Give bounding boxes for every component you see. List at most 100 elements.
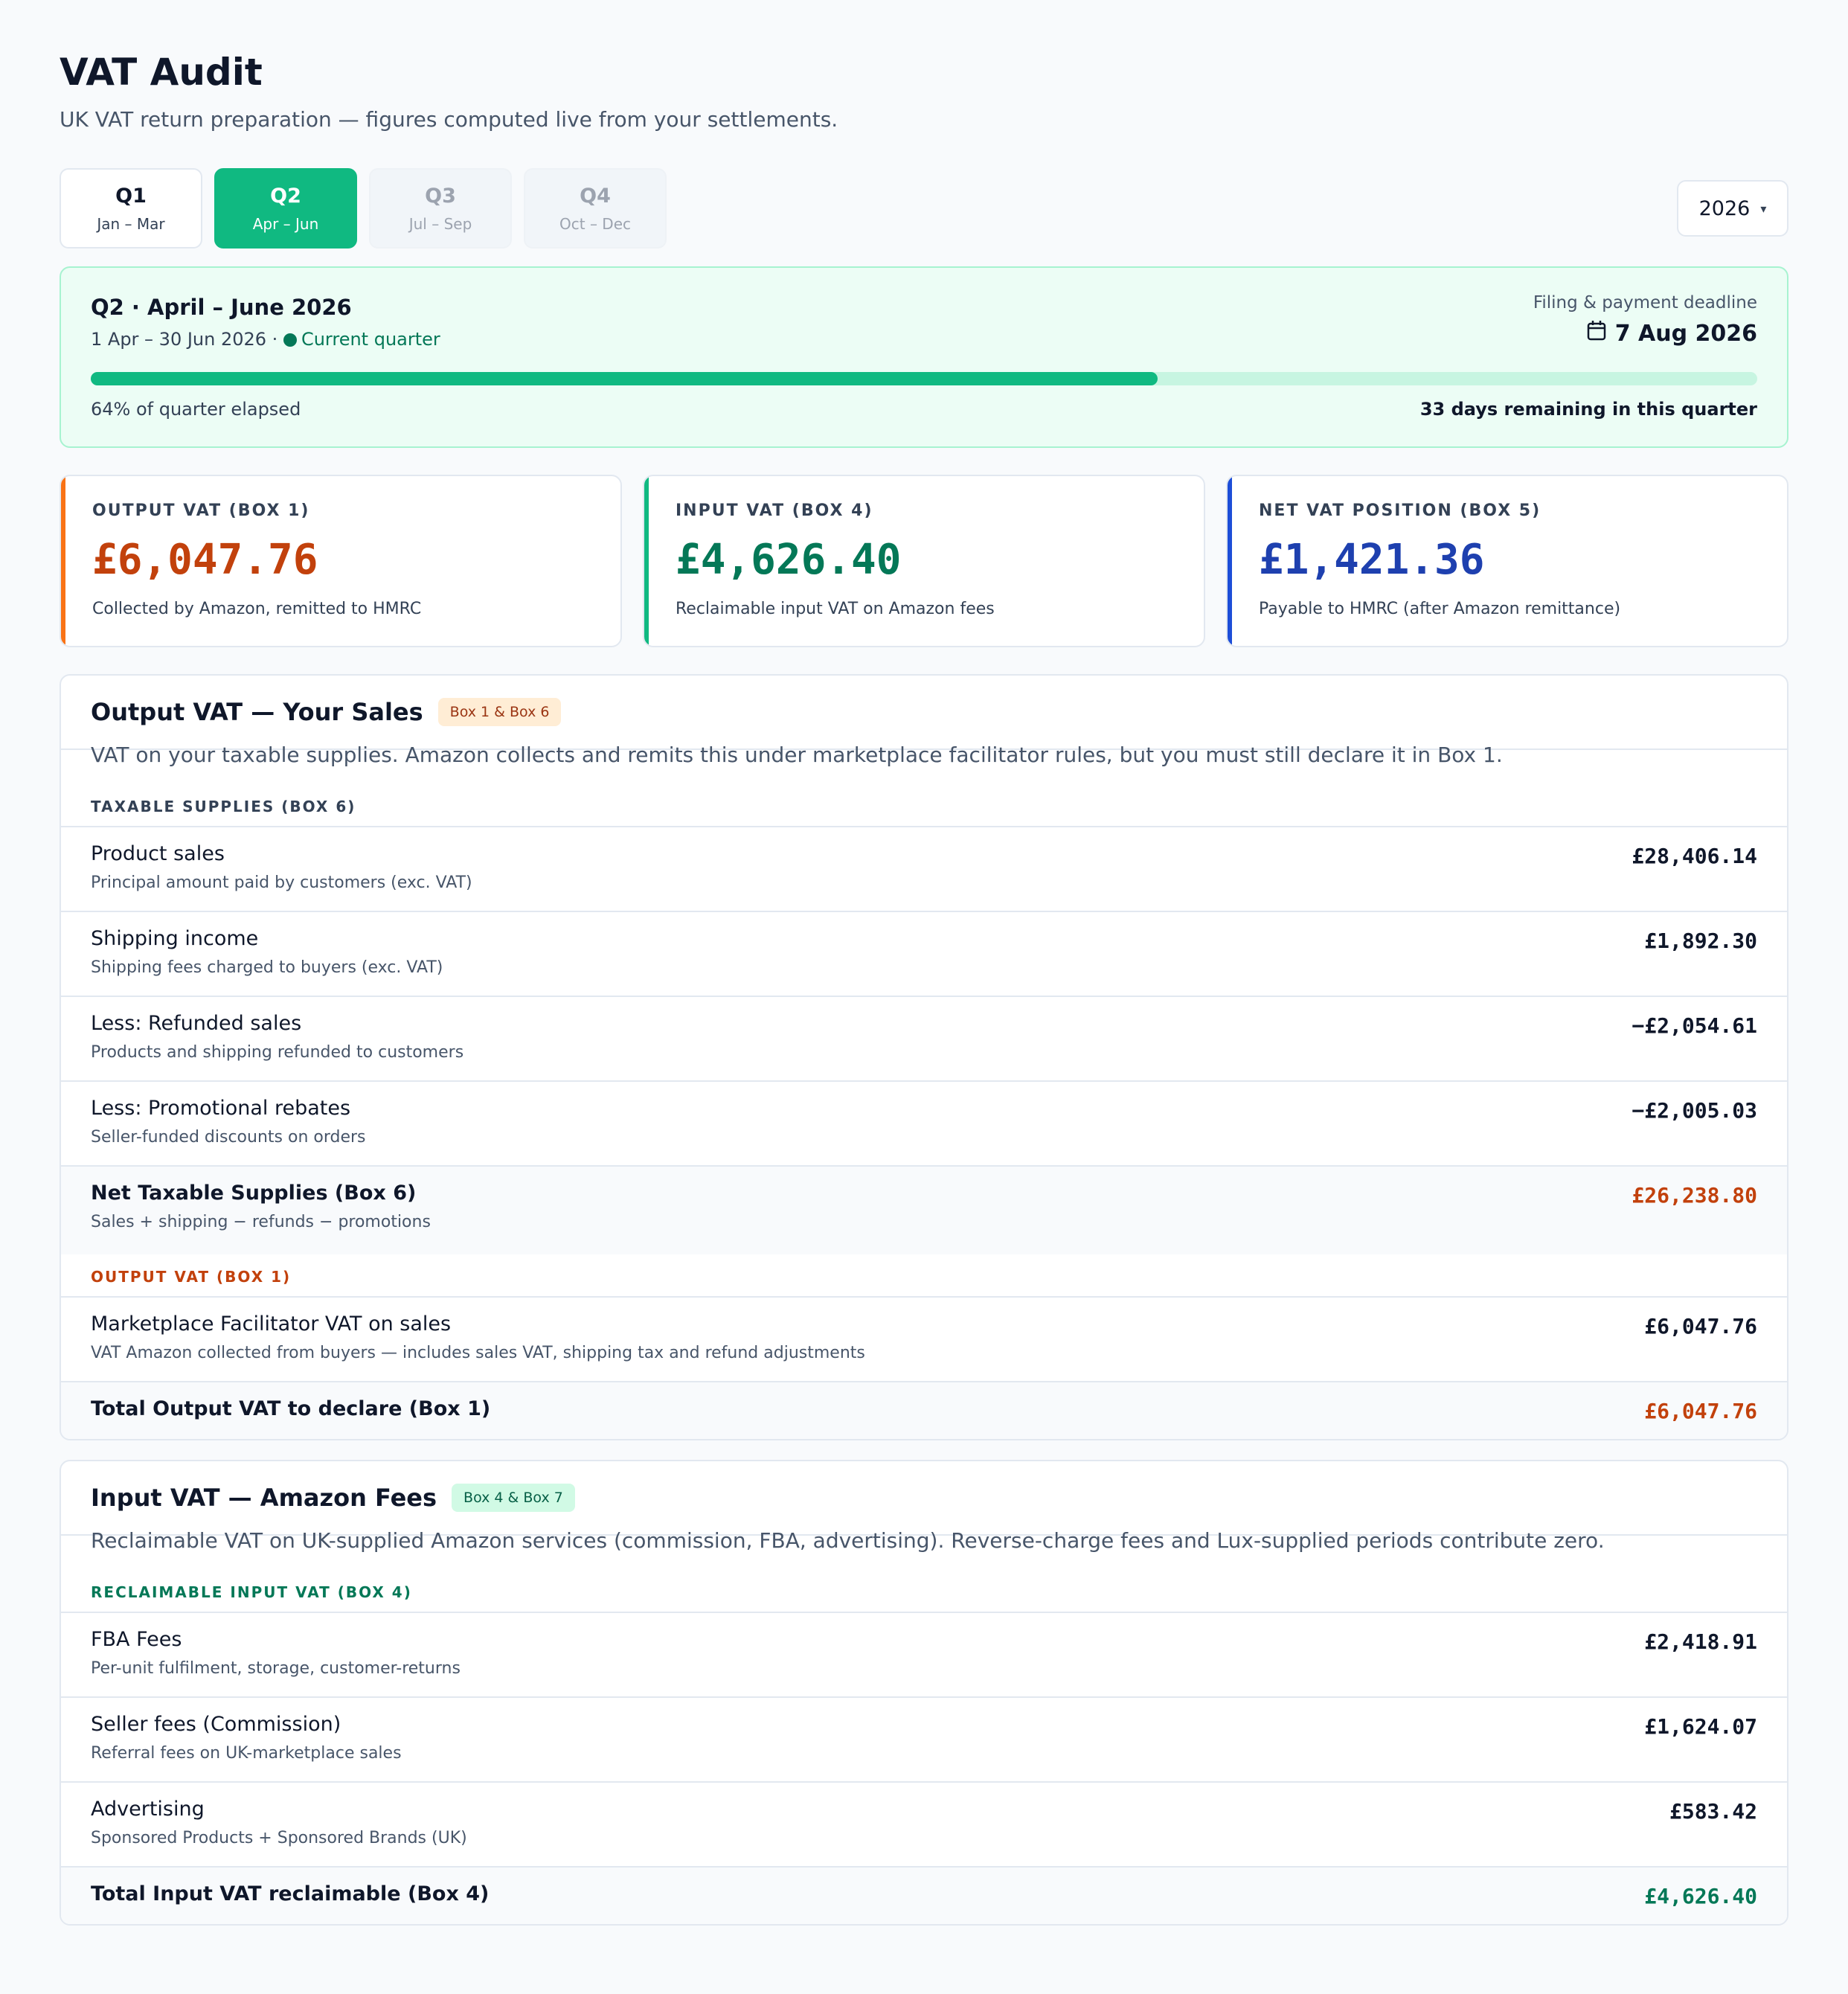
tab-q4-name: Q4	[580, 184, 611, 208]
row-title: Total Output VAT to declare (Box 1)	[91, 1397, 491, 1420]
row-subtitle: Sales + shipping − refunds − promotions	[91, 1213, 431, 1231]
row-value: −£2,054.61	[1632, 1013, 1757, 1038]
table-row: Marketplace Facilitator VAT on sales VAT…	[61, 1296, 1787, 1381]
year-select-value: 2026	[1698, 196, 1751, 220]
total-input-row: Total Input VAT reclaimable (Box 4) £4,6…	[61, 1866, 1787, 1924]
table-row: Less: Promotional rebates Seller-funded …	[61, 1080, 1787, 1165]
table-row: Seller fees (Commission) Referral fees o…	[61, 1696, 1787, 1781]
row-title: FBA Fees	[91, 1628, 182, 1651]
card-description: Reclaimable VAT on UK-supplied Amazon se…	[91, 1528, 1605, 1553]
section-label: RECLAIMABLE INPUT VAT (BOX 4)	[91, 1583, 412, 1601]
deadline-date: 7 Aug 2026	[1614, 320, 1757, 347]
row-value: £26,238.80	[1632, 1183, 1757, 1208]
kpi-accent-bar	[1228, 476, 1232, 646]
row-value: £2,418.91	[1644, 1629, 1757, 1654]
row-value: £28,406.14	[1632, 844, 1757, 868]
remaining-text: 33 days remaining in this quarter	[1419, 399, 1757, 420]
row-subtitle: Principal amount paid by customers (exc.…	[91, 873, 472, 892]
tab-q4: Q4 Oct – Dec	[524, 168, 667, 249]
deadline-label: Filing & payment deadline	[1533, 293, 1757, 312]
kpi-desc: Collected by Amazon, remitted to HMRC	[92, 600, 422, 618]
row-value: −£2,005.03	[1632, 1098, 1757, 1123]
tab-q4-range: Oct – Dec	[559, 214, 631, 233]
tab-q2-name: Q2	[270, 184, 301, 208]
row-title: Shipping income	[91, 927, 259, 950]
card-title: Output VAT — Your Sales Box 1 & Box 6	[91, 698, 562, 726]
kpi-accent-bar	[61, 476, 65, 646]
tab-q2-range: Apr – Jun	[252, 214, 319, 233]
row-title: Marketplace Facilitator VAT on sales	[91, 1312, 452, 1336]
input-vat-card: Input VAT — Amazon Fees Box 4 & Box 7 Re…	[60, 1460, 1788, 1926]
row-value: £6,047.76	[1644, 1399, 1757, 1423]
tab-q1-name: Q1	[115, 184, 147, 208]
row-value: £1,624.07	[1644, 1714, 1757, 1739]
section-label: TAXABLE SUPPLIES (BOX 6)	[91, 798, 356, 815]
banner-dates: 1 Apr – 30 Jun 2026 · Current quarter	[91, 329, 440, 350]
quarter-tabs: Q1 Jan – Mar Q2 Apr – Jun Q3 Jul – Sep Q…	[60, 168, 667, 249]
kpi-value: £4,626.40	[676, 536, 902, 584]
row-title: Advertising	[91, 1798, 205, 1821]
tab-q3: Q3 Jul – Sep	[369, 168, 512, 249]
net-taxable-row: Net Taxable Supplies (Box 6) Sales + shi…	[61, 1165, 1787, 1254]
kpi-label: INPUT VAT (BOX 4)	[676, 501, 873, 520]
card-title-text: Input VAT — Amazon Fees	[91, 1484, 437, 1512]
row-title: Less: Promotional rebates	[91, 1097, 351, 1120]
row-value: £583.42	[1669, 1799, 1757, 1824]
row-subtitle: Shipping fees charged to buyers (exc. VA…	[91, 958, 443, 977]
row-title: Less: Refunded sales	[91, 1012, 302, 1035]
kpi-output-vat: OUTPUT VAT (BOX 1) £6,047.76 Collected b…	[60, 475, 622, 647]
table-row: Shipping income Shipping fees charged to…	[61, 911, 1787, 996]
card-title: Input VAT — Amazon Fees Box 4 & Box 7	[91, 1484, 575, 1512]
banner-date-range: 1 Apr – 30 Jun 2026 ·	[91, 329, 278, 350]
kpi-label: OUTPUT VAT (BOX 1)	[92, 501, 310, 520]
kpi-value: £6,047.76	[92, 536, 318, 584]
current-quarter-badge: Current quarter	[301, 329, 440, 350]
kpi-input-vat: INPUT VAT (BOX 4) £4,626.40 Reclaimable …	[643, 475, 1205, 647]
box-tag: Box 1 & Box 6	[437, 698, 562, 726]
row-subtitle: Per-unit fulfilment, storage, customer-r…	[91, 1659, 461, 1678]
row-subtitle: Referral fees on UK-marketplace sales	[91, 1744, 402, 1763]
kpi-value: £1,421.36	[1259, 536, 1485, 584]
deadline: 7 Aug 2026	[1587, 320, 1757, 347]
year-select[interactable]: 2026 ▾	[1677, 180, 1788, 237]
total-output-row: Total Output VAT to declare (Box 1) £6,0…	[61, 1381, 1787, 1439]
row-title: Total Input VAT reclaimable (Box 4)	[91, 1882, 490, 1905]
kpi-label: NET VAT POSITION (BOX 5)	[1259, 501, 1541, 520]
tab-q2[interactable]: Q2 Apr – Jun	[214, 168, 357, 249]
quarter-progress-bar	[91, 372, 1757, 385]
row-title: Product sales	[91, 842, 225, 865]
kpi-net-vat: NET VAT POSITION (BOX 5) £1,421.36 Payab…	[1226, 475, 1788, 647]
kpi-desc: Reclaimable input VAT on Amazon fees	[676, 600, 995, 618]
row-subtitle: Sponsored Products + Sponsored Brands (U…	[91, 1829, 467, 1847]
card-title-text: Output VAT — Your Sales	[91, 698, 423, 726]
table-row: Advertising Sponsored Products + Sponsor…	[61, 1781, 1787, 1866]
row-subtitle: VAT Amazon collected from buyers — inclu…	[91, 1344, 865, 1362]
output-vat-card: Output VAT — Your Sales Box 1 & Box 6 VA…	[60, 674, 1788, 1440]
tab-q3-name: Q3	[425, 184, 456, 208]
row-title: Seller fees (Commission)	[91, 1713, 341, 1736]
page-title: VAT Audit	[60, 51, 263, 94]
row-subtitle: Seller-funded discounts on orders	[91, 1128, 366, 1147]
row-value: £6,047.76	[1644, 1314, 1757, 1339]
tab-q1[interactable]: Q1 Jan – Mar	[60, 168, 202, 249]
section-label: OUTPUT VAT (BOX 1)	[91, 1268, 292, 1286]
quarter-banner: Q2 · April – June 2026 1 Apr – 30 Jun 20…	[60, 266, 1788, 448]
calendar-icon	[1587, 320, 1606, 347]
row-title: Net Taxable Supplies (Box 6)	[91, 1182, 417, 1205]
table-row: FBA Fees Per-unit fulfilment, storage, c…	[61, 1612, 1787, 1696]
tab-q1-range: Jan – Mar	[97, 214, 165, 233]
status-dot-icon	[283, 333, 297, 347]
banner-title: Q2 · April – June 2026	[91, 295, 352, 320]
card-description: VAT on your taxable supplies. Amazon col…	[91, 743, 1503, 767]
kpi-desc: Payable to HMRC (after Amazon remittance…	[1259, 600, 1621, 618]
row-subtitle: Products and shipping refunded to custom…	[91, 1043, 464, 1062]
row-value: £4,626.40	[1644, 1884, 1757, 1908]
tab-q3-range: Jul – Sep	[408, 214, 472, 233]
row-value: £1,892.30	[1644, 929, 1757, 953]
table-row: Product sales Principal amount paid by c…	[61, 826, 1787, 911]
elapsed-text: 64% of quarter elapsed	[91, 399, 301, 420]
quarter-progress-fill	[91, 372, 1158, 385]
table-row: Less: Refunded sales Products and shippi…	[61, 996, 1787, 1080]
box-tag: Box 4 & Box 7	[452, 1484, 575, 1512]
chevron-down-icon: ▾	[1760, 201, 1767, 216]
